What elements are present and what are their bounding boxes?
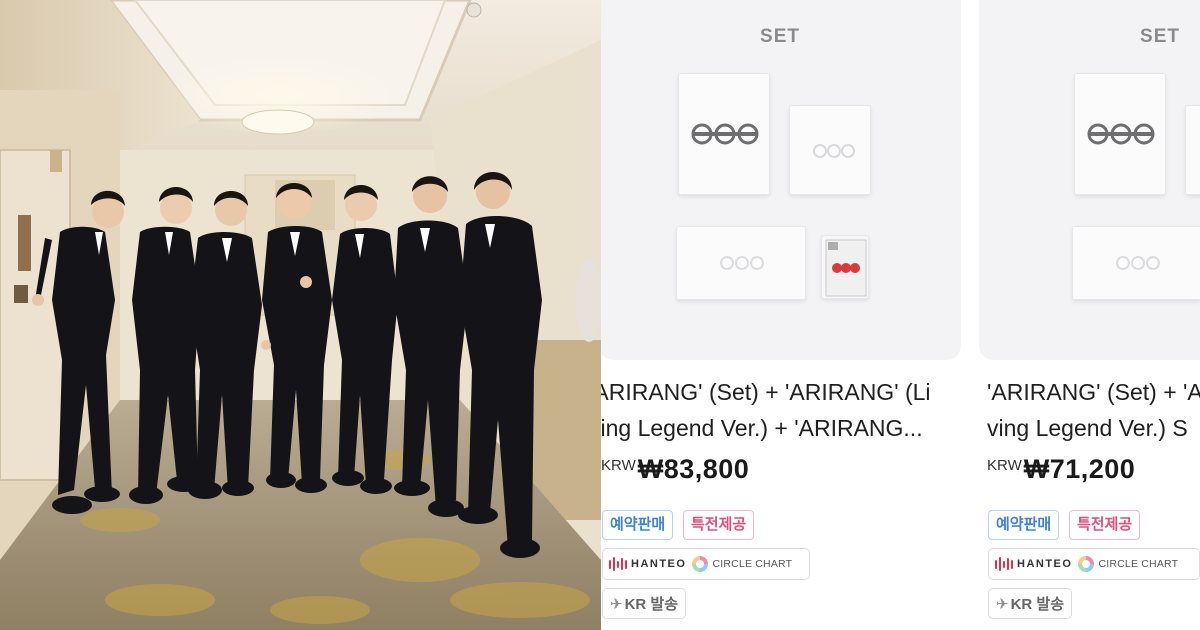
product-thumbnail[interactable]: SET <box>979 0 1200 360</box>
hanteo-logo-icon <box>995 557 1013 571</box>
price-row: KRW₩83,800 <box>601 454 749 485</box>
shipping-label: KR 발송 <box>624 596 679 613</box>
album-logo-icon <box>691 123 759 145</box>
album-package-small <box>1185 105 1200 195</box>
price-row: KRW₩71,200 <box>987 454 1135 485</box>
album-package-small <box>789 105 871 195</box>
product-title[interactable]: 'ARIRANG' (Set) + 'ARIRANG' (Li ving Leg… <box>601 374 973 446</box>
album-package-wide <box>1072 226 1200 300</box>
album-logo-faint-icon <box>813 144 855 158</box>
circle-chart-label: CIRCLE CHART <box>712 558 793 570</box>
photocard-package <box>821 235 869 299</box>
chart-count-badge: HANTEO CIRCLE CHART <box>988 548 1200 580</box>
shipping-badge: ✈ KR 발송 <box>602 588 687 619</box>
set-label: SET <box>1140 26 1180 47</box>
bonus-badge: 특전제공 <box>1069 510 1141 540</box>
hanteo-label: HANTEO <box>631 558 687 570</box>
shipping-badge: ✈ KR 발송 <box>988 588 1073 619</box>
album-package-large <box>678 73 770 195</box>
album-logo-faint-icon <box>1116 256 1160 270</box>
product-card[interactable]: SET <box>601 0 973 630</box>
album-package-wide <box>676 226 806 300</box>
chart-count-badge: HANTEO CIRCLE CHART <box>602 548 810 580</box>
group-photo-illustration <box>0 0 601 630</box>
bonus-badge: 특전제공 <box>683 510 755 540</box>
airplane-icon: ✈ <box>996 595 1009 613</box>
album-logo-red-icon <box>825 239 867 297</box>
product-thumbnail[interactable]: SET <box>601 0 961 360</box>
product-grid: SET 'ARIRANG' (Set) + 'ARIRANG' (Li ving… <box>601 0 1200 630</box>
album-package-large <box>1074 73 1166 195</box>
circle-chart-label: CIRCLE CHART <box>1098 558 1179 570</box>
product-card[interactable]: SET <box>979 0 1200 630</box>
product-price: ₩71,200 <box>1023 454 1136 484</box>
product-price: ₩83,800 <box>637 454 750 484</box>
circle-chart-logo-icon <box>1078 556 1095 572</box>
product-title-line: ving Legend Ver.) + 'ARIRANG... <box>601 415 923 441</box>
product-title-line: ving Legend Ver.) S <box>987 415 1188 441</box>
product-title-line: 'ARIRANG' (Set) + 'A <box>987 379 1200 405</box>
hanteo-label: HANTEO <box>1017 558 1073 570</box>
set-label: SET <box>760 26 800 47</box>
shipping-label: KR 발송 <box>1010 596 1065 613</box>
currency-label: KRW <box>987 457 1022 474</box>
currency-label: KRW <box>601 457 636 474</box>
circle-chart-logo-icon <box>692 556 709 572</box>
airplane-icon: ✈ <box>610 595 623 613</box>
album-logo-faint-icon <box>720 256 764 270</box>
hanteo-logo-icon <box>609 557 627 571</box>
album-logo-icon <box>1087 123 1155 145</box>
preorder-badge: 예약판매 <box>602 510 674 540</box>
group-photo <box>0 0 601 630</box>
album-logo-faint-icon <box>1186 106 1200 196</box>
product-title[interactable]: 'ARIRANG' (Set) + 'A ving Legend Ver.) S <box>987 374 1200 446</box>
preorder-badge: 예약판매 <box>988 510 1060 540</box>
product-title-line: 'ARIRANG' (Set) + 'ARIRANG' (Li <box>601 379 931 405</box>
